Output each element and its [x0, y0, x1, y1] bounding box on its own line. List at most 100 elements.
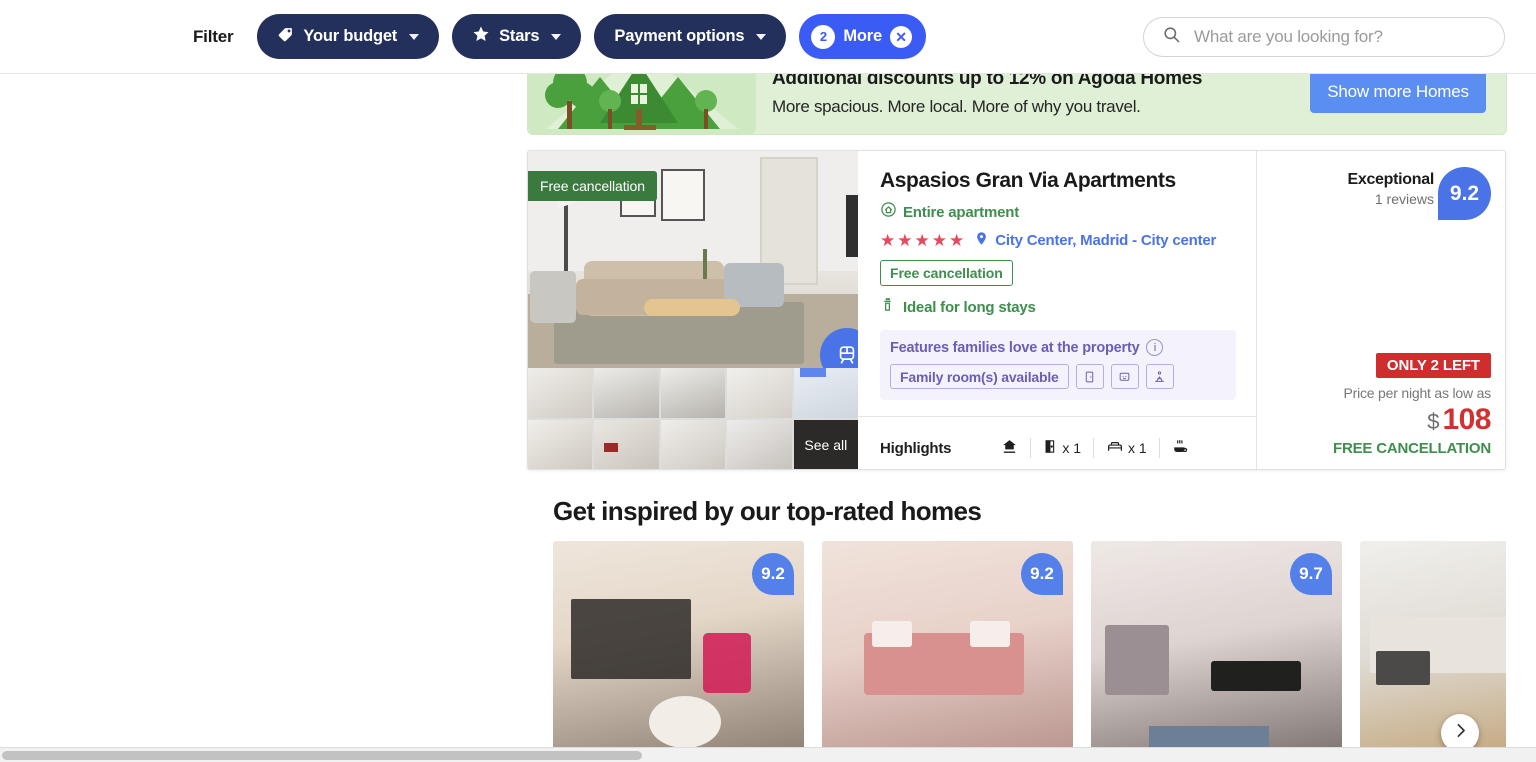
star-icon: ★ [949, 230, 965, 250]
star-icon: ★ [880, 230, 896, 250]
door-icon [1043, 438, 1058, 458]
inspired-card-score: 9.2 [752, 553, 794, 595]
star-icon: ★ [914, 230, 930, 250]
property-info: Aspasios Gran Via Apartments Entire apar… [858, 151, 1257, 469]
property-stars-and-location: ★ ★ ★ ★ ★ City Center, Madrid - City cen… [880, 231, 1236, 249]
long-stay-row: Ideal for long stays [880, 296, 1236, 318]
property-location-link[interactable]: City Center, Madrid - City center [995, 232, 1216, 249]
star-icon [472, 25, 490, 48]
gallery-thumbnail[interactable] [660, 368, 726, 418]
chevron-down-icon [551, 33, 562, 40]
price-block: ONLY 2 LEFT Price per night as low as $ … [1333, 353, 1491, 457]
filter-pill-more[interactable]: 2 More ✕ [799, 14, 926, 59]
currency-symbol: $ [1427, 409, 1440, 434]
agoda-homes-promo-banner: Additional discounts up to 12% on Agoda … [527, 73, 1507, 135]
gallery-thumbnail[interactable] [727, 420, 792, 469]
kids-tv-icon [1110, 364, 1139, 390]
price-amount-row: $ 108 [1333, 403, 1491, 437]
filter-pill-stars[interactable]: Stars [452, 14, 582, 59]
inspired-card[interactable] [1360, 541, 1506, 756]
gallery-thumbnail[interactable] [594, 420, 659, 469]
filter-pill-label: Payment options [614, 27, 745, 45]
filter-pill-group: Your budget Stars Payment options 2 More… [257, 14, 926, 59]
price-caption: Price per night as low as [1343, 385, 1491, 401]
inspired-card-score: 9.2 [1021, 553, 1063, 595]
gallery-thumbnail[interactable] [528, 368, 593, 418]
price-amount: 108 [1442, 403, 1491, 436]
chevron-right-icon [1452, 722, 1469, 744]
gallery-thumbnail[interactable] [594, 368, 659, 418]
family-feature-chips: Family room(s) available [890, 364, 1226, 390]
filter-label: Filter [193, 26, 234, 46]
inspired-section-title: Get inspired by our top-rated homes [553, 496, 982, 526]
gallery-thumbnail[interactable] [727, 368, 792, 418]
search-placeholder: What are you looking for? [1194, 27, 1383, 46]
family-features-title-row: Features families love at the property i [890, 339, 1226, 357]
filter-pill-label: More [843, 27, 882, 45]
filter-toolbar: Filter Your budget Stars Payment options… [0, 0, 1536, 74]
family-features-title: Features families love at the property [890, 339, 1140, 356]
search-icon [1162, 25, 1181, 49]
inspired-carousel[interactable]: 9.2 9.2 9.7 [553, 541, 1506, 756]
free-cancellation-ribbon: Free cancellation [528, 171, 657, 201]
property-name[interactable]: Aspasios Gran Via Apartments [880, 169, 1236, 192]
family-chip-family-room: Family room(s) available [890, 364, 1069, 390]
property-price-panel: Exceptional 1 reviews 9.2 ONLY 2 LEFT Pr… [1257, 151, 1505, 469]
breakfast-icon [1172, 438, 1189, 458]
rating-word: Exceptional [1347, 171, 1434, 188]
chevron-down-icon [756, 33, 767, 40]
long-stay-icon [880, 296, 895, 318]
see-all-label[interactable]: See all [793, 420, 858, 469]
crib-icon [1075, 364, 1104, 390]
inspired-card[interactable]: 9.2 [822, 541, 1073, 756]
property-icon [1001, 438, 1018, 458]
highlight-value: x 1 [1128, 440, 1147, 456]
chevron-down-icon [409, 33, 420, 40]
filter-pill-label: Your budget [303, 27, 398, 45]
property-type-label: Entire apartment [903, 203, 1019, 221]
rating-text: Exceptional 1 reviews [1347, 167, 1434, 207]
gallery-thumbnail[interactable] [528, 420, 593, 469]
inspired-card[interactable]: 9.2 [553, 541, 804, 756]
search-input[interactable]: What are you looking for? [1143, 17, 1505, 57]
filter-pill-payment-options[interactable]: Payment options [594, 14, 787, 59]
promo-subtitle: More spacious. More local. More of why y… [772, 97, 1141, 116]
highlight-breakfast [1160, 438, 1201, 458]
star-icon: ★ [897, 230, 913, 250]
home-badge-icon [880, 201, 897, 223]
filter-pill-label: Stars [499, 27, 540, 45]
info-icon[interactable]: i [1146, 339, 1164, 357]
promo-text-block: Additional discounts up to 12% on Agoda … [772, 73, 1203, 117]
inspired-card-score: 9.7 [1290, 553, 1332, 595]
highlights-row: Highlights x 1 x 1 [880, 438, 1201, 458]
urgency-badge: ONLY 2 LEFT [1375, 353, 1491, 378]
scrollbar-thumb[interactable] [2, 751, 642, 760]
filter-pill-your-budget[interactable]: Your budget [257, 14, 440, 59]
property-card[interactable]: Free cancellation See all Aspasios Gran … [527, 150, 1506, 470]
horizontal-scrollbar[interactable] [0, 747, 1536, 762]
long-stay-label: Ideal for long stays [903, 298, 1036, 316]
star-icon: ★ [931, 230, 947, 250]
filter-count-badge: 2 [811, 24, 836, 49]
house-and-trees-illustration [528, 73, 756, 134]
highlight-value: x 1 [1062, 440, 1082, 456]
family-features-box: Features families love at the property i… [880, 330, 1236, 401]
highlight-property [989, 438, 1030, 458]
property-gallery[interactable]: Free cancellation See all [528, 151, 858, 469]
gallery-thumbnail[interactable] [660, 420, 726, 469]
gallery-thumbnail-grid[interactable]: See all [528, 368, 858, 469]
show-more-homes-button[interactable]: Show more Homes [1310, 73, 1486, 113]
highlights-divider [858, 416, 1256, 417]
price-free-cancellation: FREE CANCELLATION [1333, 440, 1491, 457]
gallery-thumbnail[interactable] [793, 368, 858, 418]
gallery-thumbnail-see-all[interactable]: See all [793, 420, 858, 469]
bed-icon [1106, 438, 1124, 458]
free-cancellation-badge: Free cancellation [880, 260, 1013, 287]
close-icon[interactable]: ✕ [889, 25, 912, 48]
promo-title: Additional discounts up to 12% on Agoda … [772, 73, 1203, 89]
highlight-rooms: x 1 [1031, 438, 1093, 458]
inspired-card[interactable]: 9.7 [1091, 541, 1342, 756]
rating-review-count: 1 reviews [1374, 191, 1434, 207]
rating-block[interactable]: Exceptional 1 reviews 9.2 [1271, 167, 1491, 220]
map-pin-icon [974, 231, 989, 249]
